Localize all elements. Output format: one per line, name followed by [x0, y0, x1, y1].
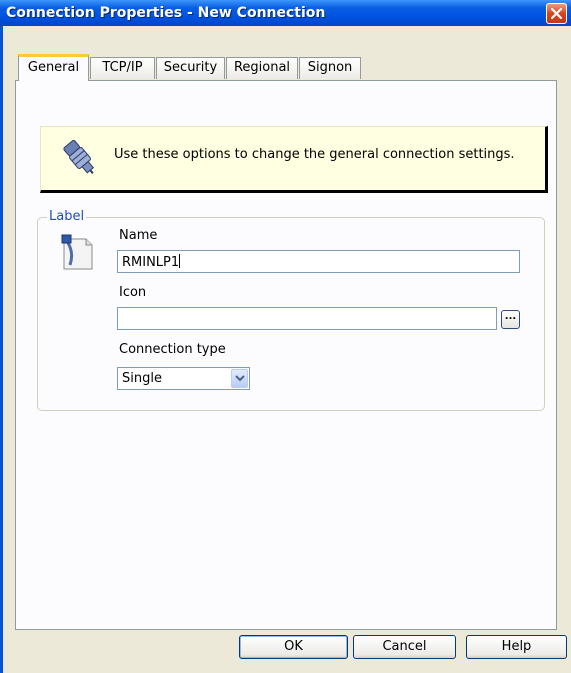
help-button[interactable]: Help — [466, 635, 567, 659]
name-input[interactable]: RMINLP1 — [117, 250, 520, 273]
tab-security[interactable]: Security — [156, 57, 225, 79]
cancel-button[interactable]: Cancel — [353, 635, 456, 659]
connection-type-select[interactable]: Single — [117, 367, 250, 390]
label-group-title: Label — [47, 209, 87, 224]
name-label: Name — [119, 228, 158, 243]
text-caret — [179, 254, 181, 268]
close-button[interactable] — [546, 3, 567, 24]
connector-plug-icon — [60, 138, 100, 182]
window-frame-left — [0, 26, 3, 673]
connection-type-label: Connection type — [119, 342, 226, 357]
tab-signon[interactable]: Signon — [299, 57, 361, 79]
dropdown-arrow-button[interactable] — [231, 369, 248, 388]
connection-type-value: Single — [122, 371, 162, 386]
info-text: Use these options to change the general … — [114, 147, 515, 162]
tab-general[interactable]: General — [18, 54, 89, 81]
dialog-window: Connection Properties - New Connection G… — [0, 0, 571, 673]
tab-tcp-ip[interactable]: TCP/IP — [90, 57, 155, 79]
tab-regional[interactable]: Regional — [226, 57, 298, 79]
window-title: Connection Properties - New Connection — [6, 5, 326, 21]
title-bar[interactable]: Connection Properties - New Connection — [0, 0, 571, 26]
name-input-value: RMINLP1 — [122, 255, 180, 270]
document-label-icon — [60, 233, 96, 277]
ok-button[interactable]: OK — [239, 635, 348, 659]
browse-icon-button[interactable]: ... — [501, 310, 520, 329]
close-icon — [550, 7, 563, 20]
icon-label: Icon — [119, 285, 147, 300]
icon-path-input[interactable] — [117, 307, 497, 330]
chevron-down-icon — [235, 375, 245, 382]
